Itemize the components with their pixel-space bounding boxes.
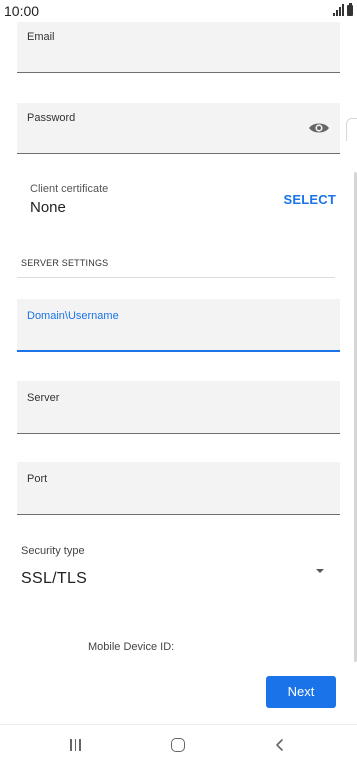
email-label: Email — [27, 31, 55, 43]
security-type-select[interactable]: SSL/TLS — [21, 570, 87, 588]
signal-icon — [333, 4, 344, 16]
email-field[interactable]: Email — [17, 22, 340, 73]
security-type-label: Security type — [21, 545, 85, 557]
dropdown-arrow-icon[interactable] — [316, 569, 324, 573]
home-icon[interactable] — [171, 738, 185, 752]
server-field[interactable]: Server — [17, 381, 340, 434]
port-field[interactable]: Port — [17, 462, 340, 515]
status-bar: 10:00 — [0, 0, 357, 22]
screen: 10:00 Email Password Client certificate … — [0, 0, 357, 765]
recent-apps-icon[interactable] — [70, 739, 81, 751]
password-label: Password — [27, 112, 76, 124]
status-time: 10:00 — [4, 3, 40, 19]
server-label: Server — [27, 392, 60, 404]
next-button[interactable]: Next — [266, 676, 336, 708]
eye-icon[interactable] — [308, 121, 330, 135]
client-certificate-value: None — [30, 199, 66, 216]
scrollbar-cap — [346, 118, 357, 141]
section-divider — [17, 277, 335, 278]
domain-username-field[interactable]: Domain\Username — [17, 299, 340, 352]
system-icons — [333, 3, 353, 16]
domain-username-label: Domain\Username — [27, 310, 119, 322]
client-certificate-label: Client certificate — [30, 183, 109, 195]
battery-icon — [347, 3, 353, 16]
port-label: Port — [27, 473, 48, 485]
back-icon[interactable] — [273, 738, 287, 752]
select-certificate-button[interactable]: SELECT — [284, 192, 336, 207]
server-settings-header: SERVER SETTINGS — [21, 258, 109, 268]
mobile-device-id-label: Mobile Device ID: — [88, 641, 175, 653]
navigation-bar — [0, 724, 357, 765]
password-field[interactable]: Password — [17, 103, 340, 154]
